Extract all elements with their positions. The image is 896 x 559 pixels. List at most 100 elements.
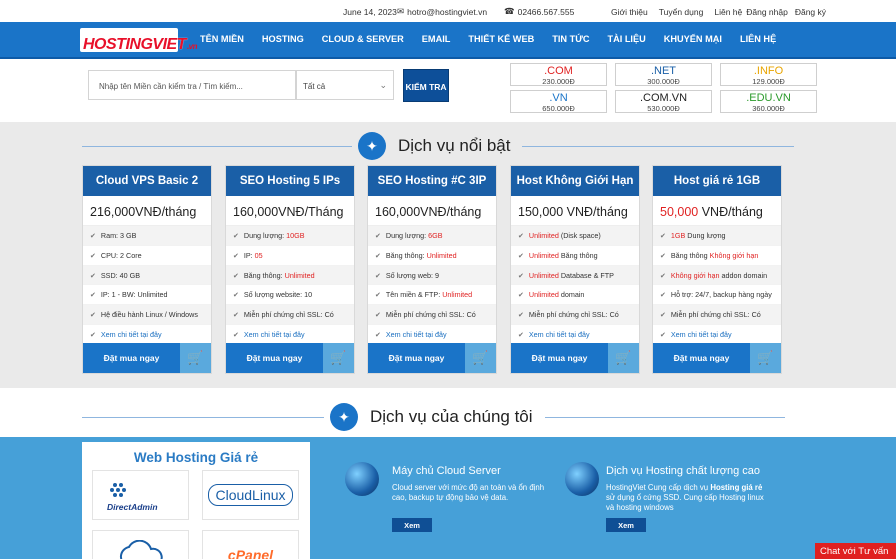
feature-text: Dung lượng: 6GB: [385, 231, 443, 240]
nav-promotions[interactable]: KHUYẾN MẠI: [664, 34, 722, 44]
check-icon: ✔: [518, 272, 524, 280]
buy-now-button[interactable]: Đặt mua ngay: [653, 343, 750, 373]
buy-now-button[interactable]: Đặt mua ngay: [226, 343, 323, 373]
top-links: Giới thiệu Tuyển dụng Liên hệ Đăng nhập …: [611, 7, 837, 17]
plan-details-link[interactable]: ✔ Xem chi tiết tại đây: [226, 324, 354, 345]
domain-price-comvn[interactable]: .COM.VN 530.000Đ: [615, 90, 712, 113]
check-icon: ✔: [660, 272, 666, 280]
plan-feature: ✔ Unlimited (Disk space): [511, 226, 639, 246]
feature-text: IP: 05: [243, 250, 263, 260]
details-text: Xem chi tiết tại đây: [670, 329, 732, 339]
check-icon: ✔: [375, 272, 381, 280]
select-value: Tất cả: [303, 82, 326, 91]
plan-feature: ✔ IP: 1 - BW: Unlimited: [83, 285, 211, 306]
top-link-contact[interactable]: Liên hệ: [714, 7, 742, 17]
directadmin-text: DirectAdmin: [107, 502, 158, 512]
cart-icon[interactable]: 🛒: [465, 343, 496, 373]
plan-details-link[interactable]: ✔ Xem chi tiết tại đây: [368, 324, 496, 345]
plan-card: Host Không Giới Hạn 150,000 VNĐ/tháng ✔ U…: [510, 165, 640, 374]
top-bar: June 14, 2023 ✉ hotro@hostingviet.vn ☎ 0…: [0, 0, 896, 22]
cloud-server-view-button[interactable]: Xem: [392, 518, 432, 532]
plan-card: SEO Hosting #C 3IP 160,000VNĐ/tháng ✔ Dun…: [367, 165, 497, 374]
domain-price: 530.000Đ: [647, 104, 680, 113]
domain-price-info[interactable]: .INFO 129.000Đ: [720, 63, 817, 86]
cloud-logo[interactable]: [92, 530, 189, 559]
plan-feature: ✔ 1GB Dung lượng: [653, 226, 781, 246]
nav-cloud-server[interactable]: CLOUD & SERVER: [322, 34, 404, 44]
nav-hosting[interactable]: HOSTING: [262, 34, 304, 44]
plan-feature: ✔ Unlimited Database & FTP: [511, 265, 639, 286]
domain-search-input[interactable]: Nhập tên Miền cần kiểm tra / Tìm kiếm...: [88, 70, 296, 100]
feature-text: Số lượng web: 9: [385, 270, 439, 280]
email-contact[interactable]: ✉ hotro@hostingviet.vn: [397, 6, 487, 17]
plan-details-link[interactable]: ✔ Xem chi tiết tại đây: [511, 324, 639, 345]
details-text: Xem chi tiết tại đây: [385, 329, 447, 339]
top-link-careers[interactable]: Tuyển dụng: [659, 7, 704, 17]
cart-icon[interactable]: 🛒: [180, 343, 211, 373]
domain-price-eduvn[interactable]: .EDU.VN 360.000Đ: [720, 90, 817, 113]
plan-card: Cloud VPS Basic 2 216,000VNĐ/tháng ✔ Ram:…: [82, 165, 212, 374]
nav-news[interactable]: TIN TỨC: [552, 34, 589, 44]
buy-now-button[interactable]: Đặt mua ngay: [83, 343, 180, 373]
check-icon: ✔: [233, 312, 239, 320]
directadmin-logo[interactable]: DirectAdmin: [92, 470, 189, 520]
plan-feature: ✔ Số lượng web: 9: [368, 265, 496, 286]
plan-feature: ✔ Miễn phí chứng chỉ SSL: Có: [368, 305, 496, 325]
check-icon: ✔: [90, 331, 96, 339]
domain-price-vn[interactable]: .VN 650.000Đ: [510, 90, 607, 113]
category-select[interactable]: Tất cả ⌄: [296, 70, 394, 100]
services-title: Dịch vụ của chúng tôi: [370, 407, 533, 426]
check-icon: ✔: [375, 312, 381, 320]
divider: [82, 416, 324, 418]
buy-now-button[interactable]: Đặt mua ngay: [511, 343, 608, 373]
cart-icon[interactable]: 🛒: [750, 343, 781, 373]
feature-text: 1GB Dung lượng: [670, 231, 726, 240]
feature-text: Miễn phí chứng chỉ SSL: Có: [670, 310, 761, 320]
quality-hosting-title: Dịch vụ Hosting chất lượng cao: [606, 465, 760, 477]
cpanel-logo[interactable]: cPanel: [202, 530, 299, 559]
divider: [82, 145, 352, 147]
chat-consult-button[interactable]: Chat với Tư vấn: [815, 543, 896, 559]
cart-icon[interactable]: 🛒: [608, 343, 639, 373]
check-domain-button[interactable]: KIỂM TRA: [403, 69, 449, 102]
email-text: hotro@hostingviet.vn: [407, 6, 488, 17]
nav-docs[interactable]: TÀI LIỆU: [607, 34, 645, 44]
phone-icon: ☎: [504, 6, 515, 16]
domain-price-grid: .COM 230.000Đ .NET 300.000Đ .INFO 129.000Đ …: [510, 63, 817, 113]
feature-text: Tên miền & FTP: Unlimited: [385, 290, 473, 300]
domain-price-com[interactable]: .COM 230.000Đ: [510, 63, 607, 86]
nav-domain[interactable]: TÊN MIỀN: [200, 34, 244, 44]
plan-details-link[interactable]: ✔ Xem chi tiết tại đây: [83, 324, 211, 345]
check-icon: ✔: [375, 292, 381, 300]
top-link-login[interactable]: Đăng nhập: [746, 7, 788, 17]
plan-feature: ✔ Băng thông Không giới hạn: [653, 246, 781, 266]
nav-contact[interactable]: LIÊN HỆ: [740, 34, 776, 44]
quality-hosting-desc: HostingViet Cung cấp dịch vụ Hosting giá…: [606, 483, 766, 513]
plan-title: Host Không Giới Hạn: [511, 166, 639, 196]
domain-price-net[interactable]: .NET 300.000Đ: [615, 63, 712, 86]
top-link-register[interactable]: Đăng ký: [795, 7, 826, 17]
web-hosting-box: Web Hosting Giá rẻ DirectAdmin CloudLinu…: [82, 442, 310, 559]
phone-contact[interactable]: ☎ 02466.567.555: [504, 6, 574, 17]
plan-price: 150,000 VNĐ/tháng: [511, 196, 639, 226]
plan-feature: ✔ CPU: 2 Core: [83, 246, 211, 266]
nav-email[interactable]: EMAIL: [422, 34, 451, 44]
top-link-about[interactable]: Giới thiệu: [611, 7, 648, 17]
buy-now-button[interactable]: Đặt mua ngay: [368, 343, 465, 373]
feature-text: Unlimited Băng thông: [528, 250, 598, 260]
logo[interactable]: HOSTINGVIET .vn: [80, 28, 198, 53]
check-icon: ✔: [660, 312, 666, 320]
check-icon: ✔: [90, 252, 96, 260]
check-icon: ✔: [233, 292, 239, 300]
plan-details-link[interactable]: ✔ Xem chi tiết tại đây: [653, 324, 781, 345]
plan-feature: ✔ Băng thông: Unlimited: [226, 265, 354, 286]
cart-icon[interactable]: 🛒: [323, 343, 354, 373]
envelope-icon: ✉: [397, 6, 405, 16]
quality-hosting-view-button[interactable]: Xem: [606, 518, 646, 532]
domain-ext: .EDU.VN: [746, 92, 791, 104]
plan-feature: ✔ Miễn phí chứng chỉ SSL: Có: [226, 305, 354, 325]
plan-feature: ✔ Số lượng website: 10: [226, 285, 354, 306]
cloudlinux-logo[interactable]: CloudLinux: [202, 470, 299, 520]
plan-feature: ✔ SSD: 40 GB: [83, 265, 211, 286]
nav-web-design[interactable]: THIẾT KẾ WEB: [468, 34, 534, 44]
